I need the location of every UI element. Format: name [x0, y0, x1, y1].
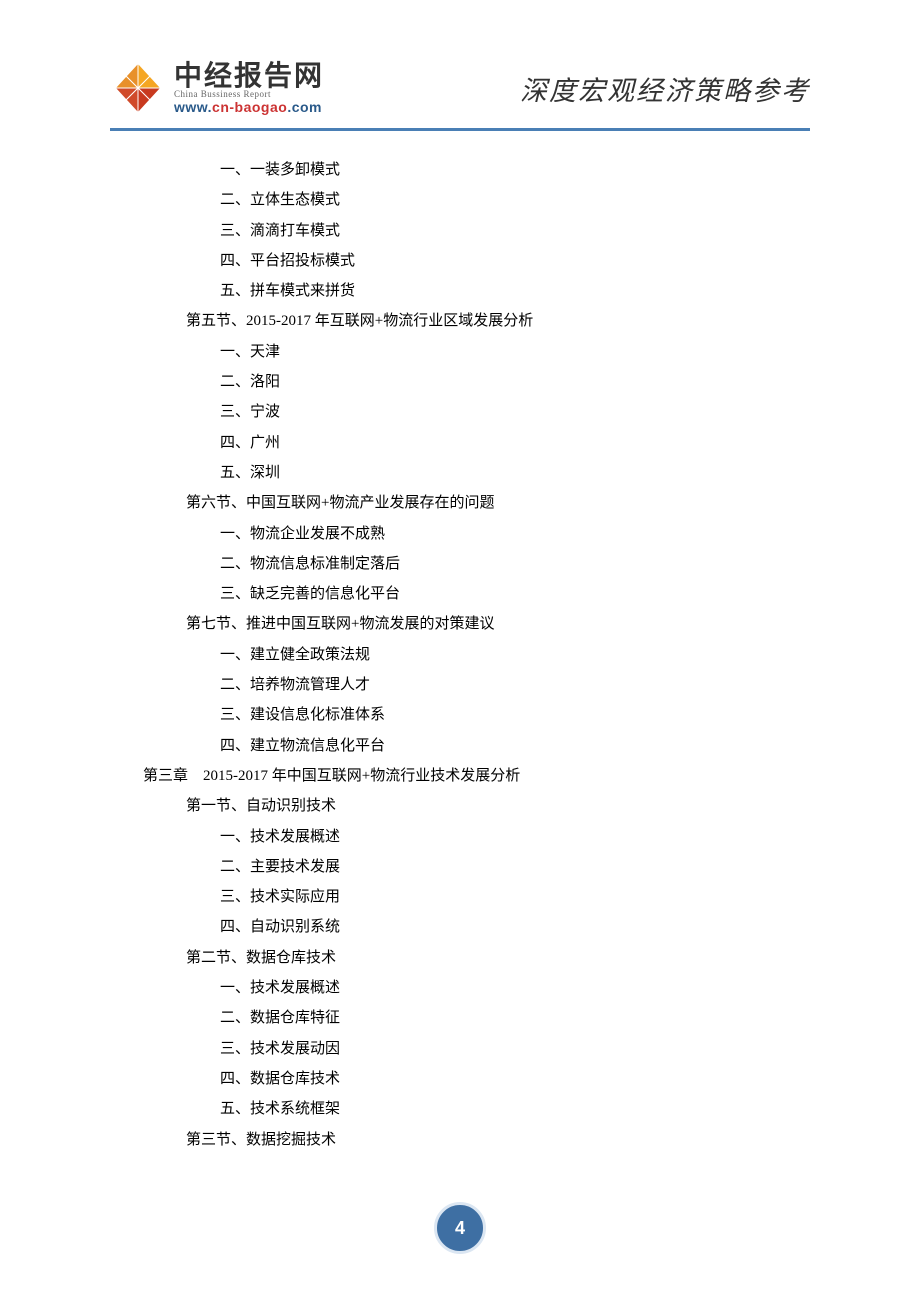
toc-line: 二、物流信息标准制定落后	[110, 549, 810, 579]
toc-line: 第五节、2015-2017 年互联网+物流行业区域发展分析	[110, 306, 810, 336]
toc-line: 四、建立物流信息化平台	[110, 731, 810, 761]
toc-line: 第六节、中国互联网+物流产业发展存在的问题	[110, 488, 810, 518]
toc-line: 四、平台招投标模式	[110, 246, 810, 276]
document-page: 中经报告网 China Bussiness Report www.cn-baog…	[0, 0, 920, 1302]
page-number-badge: 4	[434, 1202, 486, 1254]
toc-line: 一、建立健全政策法规	[110, 640, 810, 670]
toc-line: 四、自动识别系统	[110, 912, 810, 942]
toc-line: 二、培养物流管理人才	[110, 670, 810, 700]
toc-line: 三、技术实际应用	[110, 882, 810, 912]
toc-line: 一、技术发展概述	[110, 822, 810, 852]
toc-line: 二、主要技术发展	[110, 852, 810, 882]
toc-line: 五、深圳	[110, 458, 810, 488]
toc-line: 第三章 2015-2017 年中国互联网+物流行业技术发展分析	[110, 761, 810, 791]
toc-line: 一、一装多卸模式	[110, 155, 810, 185]
toc-line: 第七节、推进中国互联网+物流发展的对策建议	[110, 609, 810, 639]
toc-line: 一、技术发展概述	[110, 973, 810, 1003]
logo-title: 中经报告网	[174, 61, 324, 92]
toc-line: 五、拼车模式来拼货	[110, 276, 810, 306]
logo-icon	[110, 60, 166, 116]
toc-content: 一、一装多卸模式二、立体生态模式三、滴滴打车模式四、平台招投标模式五、拼车模式来…	[110, 149, 810, 1155]
logo-text: 中经报告网 China Bussiness Report www.cn-baog…	[174, 61, 324, 116]
toc-line: 四、广州	[110, 428, 810, 458]
toc-line: 三、滴滴打车模式	[110, 216, 810, 246]
page-footer: 4	[0, 1202, 920, 1254]
toc-line: 第二节、数据仓库技术	[110, 943, 810, 973]
toc-line: 二、立体生态模式	[110, 185, 810, 215]
toc-line: 三、技术发展动因	[110, 1034, 810, 1064]
page-header: 中经报告网 China Bussiness Report www.cn-baog…	[110, 60, 810, 131]
toc-line: 三、宁波	[110, 397, 810, 427]
toc-line: 二、洛阳	[110, 367, 810, 397]
logo-url: www.cn-baogao.com	[174, 99, 324, 115]
toc-line: 第一节、自动识别技术	[110, 791, 810, 821]
toc-line: 五、技术系统框架	[110, 1094, 810, 1124]
toc-line: 一、物流企业发展不成熟	[110, 519, 810, 549]
toc-line: 三、建设信息化标准体系	[110, 700, 810, 730]
logo-block: 中经报告网 China Bussiness Report www.cn-baog…	[110, 60, 324, 116]
toc-line: 三、缺乏完善的信息化平台	[110, 579, 810, 609]
logo-subtitle: China Bussiness Report	[174, 89, 324, 99]
toc-line: 第三节、数据挖掘技术	[110, 1125, 810, 1155]
toc-line: 二、数据仓库特征	[110, 1003, 810, 1033]
toc-line: 一、天津	[110, 337, 810, 367]
header-tagline: 深度宏观经济策略参考	[520, 69, 810, 108]
toc-line: 四、数据仓库技术	[110, 1064, 810, 1094]
